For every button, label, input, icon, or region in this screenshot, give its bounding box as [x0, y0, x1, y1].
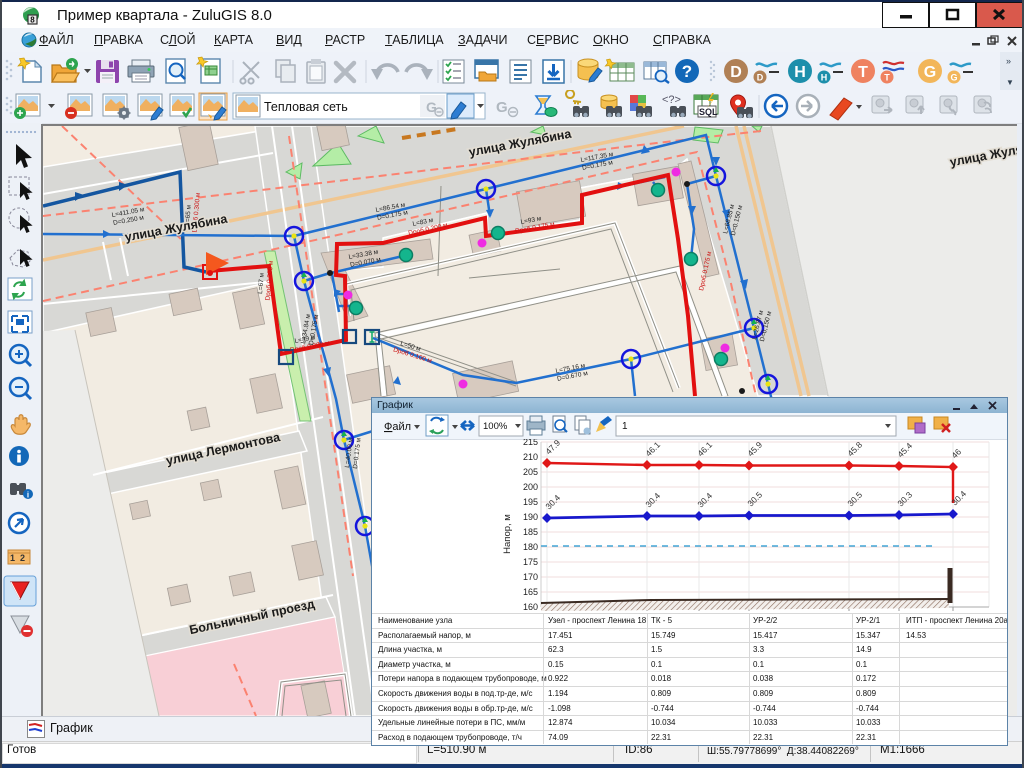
- svg-text:T: T: [884, 73, 890, 83]
- svg-text:195: 195: [523, 497, 538, 507]
- svg-text:H: H: [821, 73, 828, 83]
- svg-text:30.4: 30.4: [543, 492, 562, 511]
- svg-text:205: 205: [523, 467, 538, 477]
- svg-text:170: 170: [523, 572, 538, 582]
- svg-text:H: H: [794, 64, 806, 81]
- svg-text:200: 200: [523, 482, 538, 492]
- svg-text:G: G: [496, 99, 508, 116]
- svg-text:G: G: [924, 64, 936, 81]
- svg-text:Напор, м: Напор, м: [502, 514, 513, 554]
- svg-text:1: 1: [622, 421, 628, 432]
- svg-text:T: T: [858, 64, 868, 81]
- svg-text:8: 8: [30, 16, 35, 25]
- svg-text:Файл: Файл: [384, 421, 411, 433]
- svg-text:190: 190: [523, 512, 538, 522]
- svg-text:»: »: [1006, 56, 1011, 66]
- svg-text:1: 1: [10, 553, 15, 563]
- svg-text:160: 160: [523, 602, 538, 612]
- svg-text:Тепловая сеть: Тепловая сеть: [264, 100, 348, 114]
- svg-text:185: 185: [523, 527, 538, 537]
- svg-text:2: 2: [20, 553, 25, 563]
- svg-text:30.5: 30.5: [845, 489, 864, 508]
- svg-text:30.5: 30.5: [745, 489, 764, 508]
- svg-text:i: i: [27, 491, 29, 500]
- svg-text:D: D: [730, 64, 742, 81]
- svg-text:30.4: 30.4: [695, 490, 714, 509]
- svg-text:G: G: [950, 73, 957, 83]
- svg-text:SQL: SQL: [699, 107, 718, 117]
- svg-text:180: 180: [523, 542, 538, 552]
- svg-text:D: D: [757, 73, 764, 83]
- svg-text:<?>: <?>: [662, 94, 681, 106]
- svg-text:30.3: 30.3: [895, 489, 914, 508]
- svg-text:165: 165: [523, 587, 538, 597]
- svg-text:▼: ▼: [1006, 78, 1014, 87]
- svg-text:46: 46: [949, 446, 963, 460]
- svg-text:100%: 100%: [483, 421, 508, 432]
- svg-text:210: 210: [523, 452, 538, 462]
- svg-text:?: ?: [682, 62, 692, 81]
- svg-text:175: 175: [523, 557, 538, 567]
- svg-text:215: 215: [523, 439, 538, 447]
- svg-text:30.4: 30.4: [643, 490, 662, 509]
